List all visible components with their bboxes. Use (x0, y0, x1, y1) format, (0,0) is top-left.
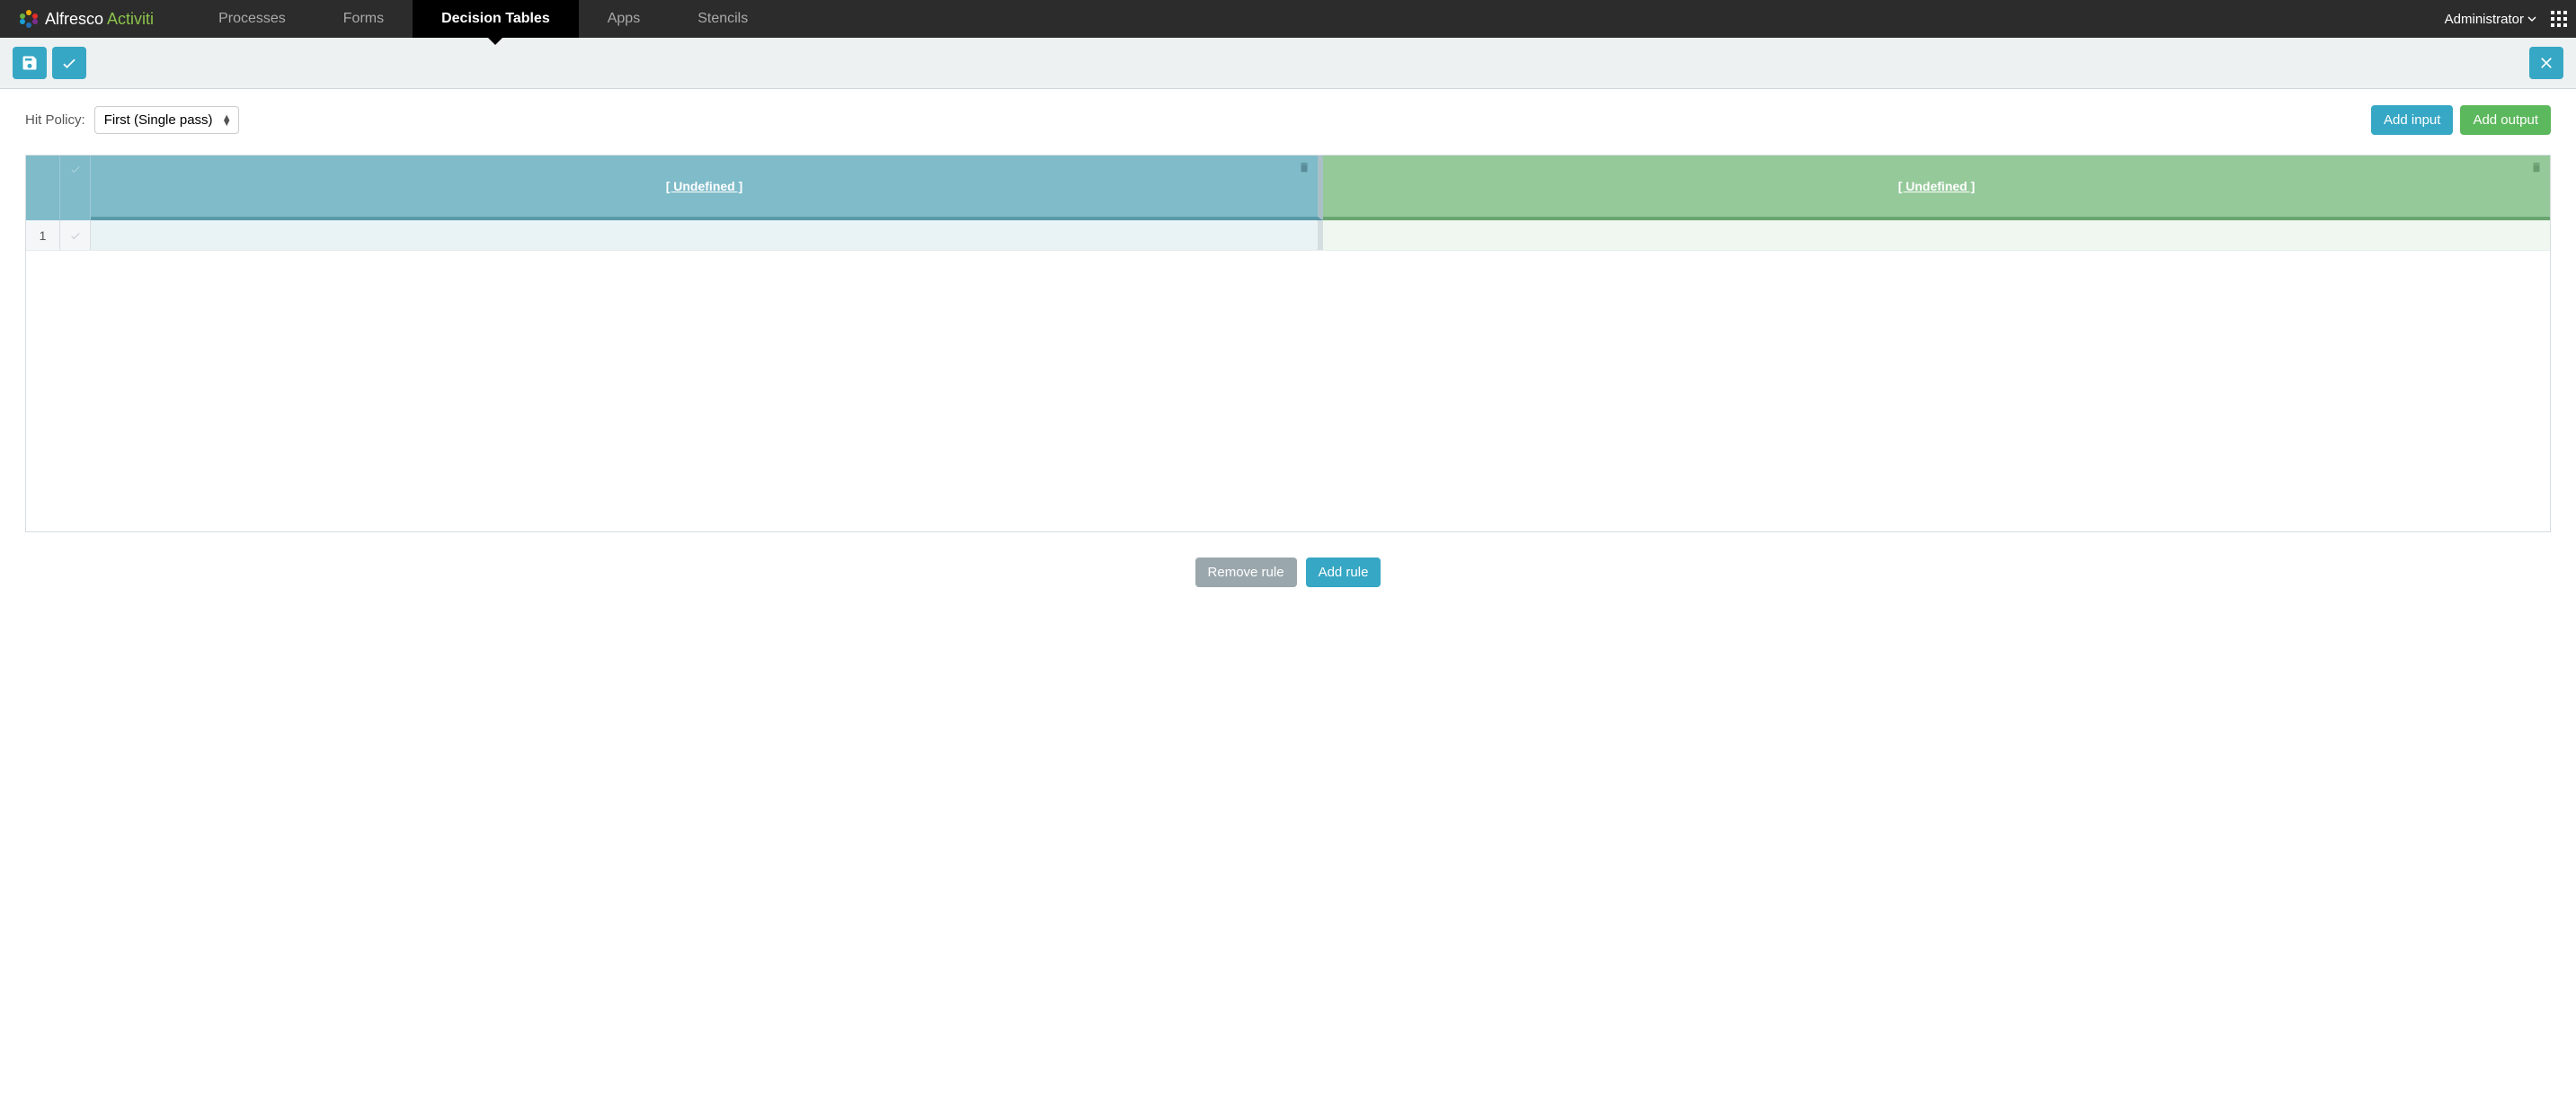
user-name: Administrator (2445, 12, 2524, 27)
nav-tab-apps[interactable]: Apps (579, 0, 669, 38)
check-icon (69, 163, 82, 179)
nav-right: Administrator (2445, 11, 2567, 27)
decision-table: [ Undefined ] [ Undefined ] 1 (25, 155, 2551, 532)
add-rule-button[interactable]: Add rule (1306, 558, 1381, 587)
close-icon (2537, 54, 2555, 72)
nav-tab-forms[interactable]: Forms (315, 0, 413, 38)
input-column-label: [ Undefined ] (666, 179, 743, 193)
brand-name-1: Alfresco (45, 10, 103, 28)
save-icon (21, 54, 39, 72)
header-check-col (60, 156, 91, 220)
input-cell[interactable] (91, 220, 1323, 250)
trash-icon (2530, 161, 2543, 174)
add-output-button[interactable]: Add output (2460, 105, 2551, 135)
brand-logo-icon (18, 8, 40, 30)
check-icon (60, 54, 78, 72)
input-column-header[interactable]: [ Undefined ] (91, 156, 1323, 220)
user-menu[interactable]: Administrator (2445, 12, 2536, 27)
delete-output-column-button[interactable] (2530, 161, 2543, 177)
controls-right: Add input Add output (2371, 105, 2551, 135)
delete-input-column-button[interactable] (1298, 161, 1310, 177)
output-column-label: [ Undefined ] (1898, 179, 1976, 193)
brand-name-2: Activiti (107, 10, 154, 28)
table-row[interactable]: 1 (26, 220, 2550, 251)
nav-tab-processes[interactable]: Processes (190, 0, 315, 38)
validate-button[interactable] (52, 47, 86, 79)
nav-tab-decision-tables[interactable]: Decision Tables (413, 0, 579, 38)
check-icon (69, 229, 82, 242)
brand[interactable]: Alfresco Activiti (18, 8, 154, 30)
nav-tab-stencils[interactable]: Stencils (669, 0, 777, 38)
remove-rule-button[interactable]: Remove rule (1195, 558, 1297, 587)
close-editor-button[interactable] (2529, 47, 2563, 79)
top-navbar: Alfresco Activiti Processes Forms Decisi… (0, 0, 2576, 38)
row-number: 1 (26, 220, 60, 250)
decision-table-header: [ Undefined ] [ Undefined ] (26, 156, 2550, 220)
hit-policy-select-wrap: First (Single pass) ▲▼ (94, 106, 239, 134)
hit-policy-label: Hit Policy: (25, 112, 85, 128)
output-cell[interactable] (1323, 220, 2550, 250)
hit-policy-select[interactable]: First (Single pass) (94, 106, 239, 134)
header-corner (26, 156, 60, 220)
footer-actions: Remove rule Add rule (0, 549, 2576, 614)
output-column-header[interactable]: [ Undefined ] (1323, 156, 2550, 220)
chevron-down-icon (2527, 12, 2536, 27)
save-button[interactable] (13, 47, 47, 79)
brand-text: Alfresco Activiti (45, 10, 154, 29)
apps-grid-icon[interactable] (2551, 11, 2567, 27)
trash-icon (1298, 161, 1310, 174)
add-input-button[interactable]: Add input (2371, 105, 2453, 135)
editor-toolbar (0, 38, 2576, 89)
controls-row: Hit Policy: First (Single pass) ▲▼ Add i… (0, 89, 2576, 146)
row-check (60, 220, 91, 250)
nav-tabs: Processes Forms Decision Tables Apps Ste… (190, 0, 777, 38)
